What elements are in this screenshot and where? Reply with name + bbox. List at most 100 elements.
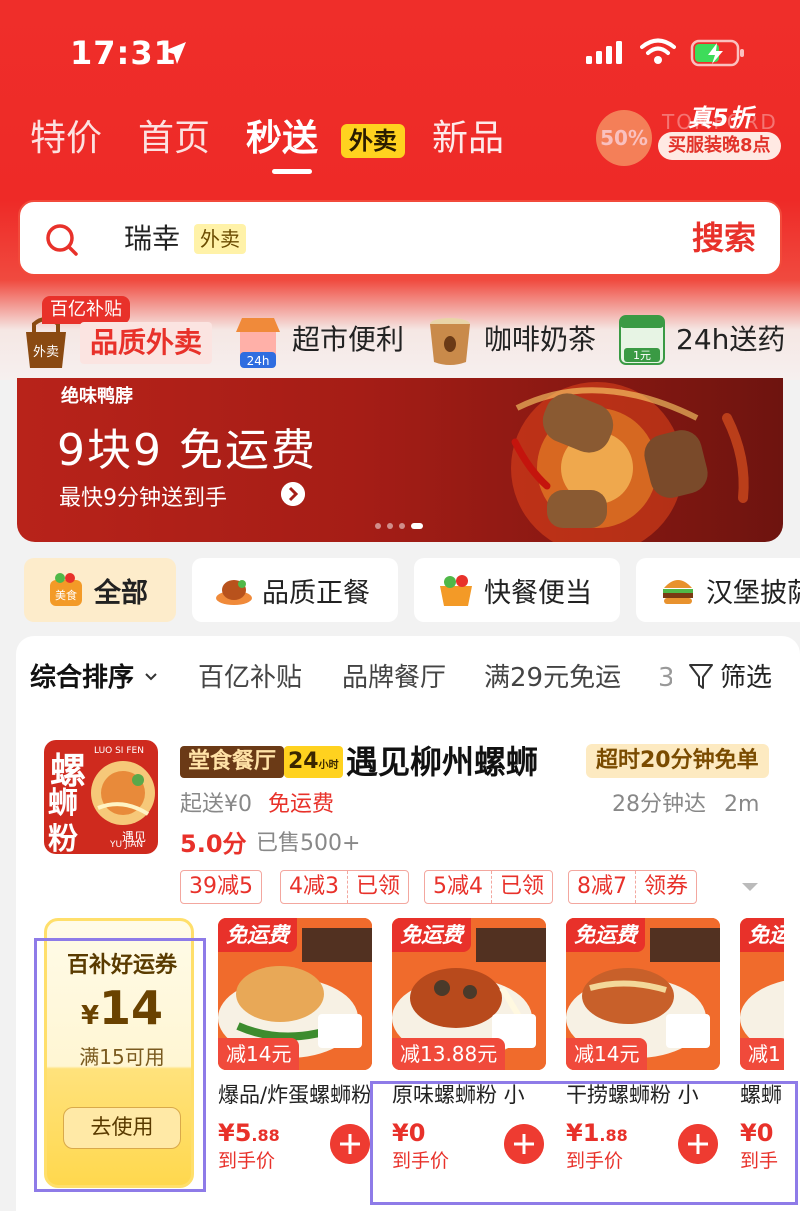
chip-all[interactable]: 美食 全部 <box>24 558 176 622</box>
food-category-chips: 美食 全部 品质正餐 快餐便当 汉堡披萨 <box>0 558 800 622</box>
category-label: 咖啡奶茶 <box>484 323 597 356</box>
tab-miaosong[interactable]: 秒送 <box>246 115 318 174</box>
medicine-box-icon: 1元 <box>619 315 665 365</box>
search-bar[interactable]: 瑞幸 外卖 搜索 <box>18 200 782 276</box>
battery-charging-icon <box>690 39 744 67</box>
price-dec: .88 <box>251 1126 280 1145</box>
claim-coupon-button[interactable]: 领券 <box>635 871 696 903</box>
coupon-text: 5减4 <box>433 874 483 899</box>
shop-rating: 5.0分 <box>180 830 247 858</box>
discount-coupon[interactable]: 39减5 <box>180 870 262 904</box>
coupon-text: 4减3 <box>289 874 339 899</box>
sort-free-delivery[interactable]: 满29元免运 <box>484 662 621 694</box>
food-fire-illustration <box>511 382 749 542</box>
service-category-row: 外卖 百亿补贴 品质外卖 24h 超市便利 咖啡奶茶 1元 24h送药 <box>0 296 800 380</box>
location-arrow-icon <box>164 42 186 64</box>
chip-label: 汉堡披萨 <box>706 577 800 609</box>
carousel-dot <box>399 523 405 529</box>
search-button[interactable]: 搜索 <box>692 218 756 258</box>
sort-comprehensive[interactable]: 综合排序 <box>30 662 134 694</box>
coffee-cup-icon <box>430 318 470 365</box>
logo-brand-en: YU JIAN <box>110 840 144 850</box>
search-input[interactable]: 瑞幸 <box>124 220 180 258</box>
shop-name[interactable]: 遇见柳州螺蛳 <box>346 740 538 784</box>
coupon-text: 8减7 <box>577 874 627 899</box>
category-quality-takeout[interactable]: 外卖 百亿补贴 品质外卖 <box>0 296 220 380</box>
chip-burger-pizza[interactable]: 汉堡披萨 <box>636 558 800 622</box>
waimai-tab-badge: 外卖 <box>341 124 405 158</box>
delivery-fee: 免运费 <box>268 792 335 817</box>
category-label: 24h送药 <box>676 323 786 356</box>
category-coffee-tea[interactable]: 咖啡奶茶 <box>424 296 596 380</box>
shop-logo[interactable]: 螺 蛳 粉 LUO SI FEN 遇见 YU JIAN <box>44 740 158 854</box>
food-bag-icon: 美食 <box>50 573 82 606</box>
subsidy-badge: 百亿补贴 <box>42 296 130 324</box>
promo-banner[interactable]: 50% TOMFORD 真5折 买服装晚8点 <box>596 96 796 166</box>
filter-button[interactable]: 筛选 <box>720 662 772 694</box>
top-tab-bar: 特价 首页 秒送 <box>30 115 354 175</box>
cellular-signal-icon <box>586 41 622 64</box>
status-bar: 17:31 <box>0 0 800 100</box>
category-24h-pharmacy[interactable]: 1元 24h送药 <box>616 296 785 380</box>
roast-dish-icon <box>216 580 252 605</box>
logo-char-3: 粉 <box>48 822 78 854</box>
discount-tag: 减14元 <box>218 1038 300 1070</box>
24h-tag-number: 24 <box>288 749 319 774</box>
item-image: 免运费 减14元 <box>218 918 372 1070</box>
chip-icon-text: 美食 <box>55 588 77 602</box>
chip-label: 全部 <box>94 577 148 609</box>
item-image: 免运 减1 <box>740 918 784 1070</box>
24h-tag-unit: 小时 <box>318 760 339 771</box>
chip-fast-food[interactable]: 快餐便当 <box>414 558 620 622</box>
noodle-bowl-image <box>91 761 155 825</box>
medicine-icon-text: 1元 <box>633 349 651 362</box>
eta: 28分钟达 <box>612 792 706 817</box>
tab-home[interactable]: 首页 <box>138 115 210 163</box>
item-name: 爆品/炸蛋螺蛳粉 <box>218 1083 372 1107</box>
price-int: ¥5 <box>218 1119 252 1147</box>
discount-tag: 减13.88元 <box>392 1038 506 1070</box>
add-to-cart-plus-icon[interactable] <box>330 1124 370 1164</box>
menu-item[interactable]: 免运费 减14元 爆品/炸蛋螺蛳粉 ¥5.88 到手价 <box>218 918 372 1178</box>
discount-tag: 减14元 <box>566 1038 648 1070</box>
logo-en: LUO SI FEN <box>94 746 144 756</box>
chip-label: 快餐便当 <box>484 577 592 609</box>
coupon-status: 已领 <box>347 871 408 903</box>
discount-coupon[interactable]: 8减7 领券 <box>568 870 698 904</box>
takeout-icon-text: 外卖 <box>33 345 59 360</box>
min-order: 起送¥0 <box>180 792 252 817</box>
item-image: 免运费 减13.88元 <box>392 918 546 1070</box>
banner-title: 9块9 免运费 <box>57 425 317 476</box>
promo-subtitle: 买服装晚8点 <box>658 132 781 160</box>
sort-filter-bar: 综合排序 百亿补贴 品牌餐厅 满29元免运 3 筛选 <box>16 636 800 720</box>
category-label: 超市便利 <box>292 323 405 356</box>
tab-tejia[interactable]: 特价 <box>30 115 102 163</box>
banner-subtitle: 最快9分钟送到手 <box>59 486 227 511</box>
chip-quality-meal[interactable]: 品质正餐 <box>192 558 398 622</box>
search-icon <box>46 224 78 256</box>
coupon-text: 39减5 <box>189 874 253 899</box>
discount-coupon[interactable]: 5减4 已领 <box>424 870 554 904</box>
category-supermarket[interactable]: 24h 超市便利 <box>232 296 404 380</box>
filter-funnel-icon[interactable] <box>688 662 714 692</box>
burger-icon <box>663 580 693 604</box>
promo-carousel-banner[interactable]: 绝味鸭脖 9块9 免运费 最快9分钟送到手 <box>17 378 783 542</box>
chevron-down-icon[interactable] <box>144 672 158 682</box>
free-delivery-tag: 免运费 <box>566 918 645 952</box>
wifi-icon <box>640 38 676 64</box>
status-time: 17:31 <box>70 34 177 72</box>
24h-tag: 24小时 <box>284 746 343 778</box>
discount-coupon[interactable]: 4减3 已领 <box>280 870 410 904</box>
store-icon: 24h <box>236 318 280 368</box>
distance: 2m <box>724 792 760 817</box>
sort-brand-restaurant[interactable]: 品牌餐厅 <box>342 662 446 694</box>
sort-subsidy[interactable]: 百亿补贴 <box>198 662 302 694</box>
free-delivery-tag: 免运费 <box>392 918 471 952</box>
bento-box-icon <box>440 575 472 606</box>
sort-more-truncated[interactable]: 3 <box>658 662 672 694</box>
expand-caret-icon[interactable] <box>740 880 760 894</box>
carousel-dot <box>375 523 381 529</box>
tab-new-products[interactable]: 新品 <box>432 115 504 163</box>
chevron-right-circle-icon <box>281 482 305 506</box>
carousel-indicator <box>375 523 423 529</box>
